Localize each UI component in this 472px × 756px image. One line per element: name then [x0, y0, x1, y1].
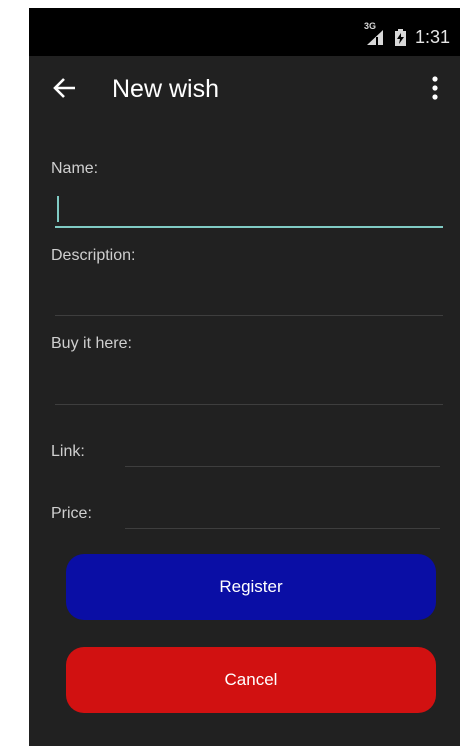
- name-label: Name:: [51, 160, 99, 177]
- buy-it-here-label: Buy it here:: [51, 335, 132, 352]
- battery-icon: [395, 29, 406, 46]
- link-label: Link:: [51, 443, 85, 460]
- description-label: Description:: [51, 247, 136, 264]
- cancel-button[interactable]: Cancel: [66, 647, 436, 713]
- description-input[interactable]: [55, 281, 443, 316]
- link-input[interactable]: [125, 432, 440, 467]
- price-label: Price:: [51, 505, 92, 522]
- back-arrow-icon[interactable]: [51, 74, 79, 102]
- buy-it-here-input[interactable]: [55, 370, 443, 405]
- status-clock: 1:31: [415, 27, 451, 47]
- name-input[interactable]: [55, 192, 443, 228]
- page-title: New wish: [112, 75, 219, 103]
- text-cursor: [57, 196, 59, 222]
- action-bar: New wish: [29, 56, 460, 120]
- status-bar: 3G 1:31: [29, 8, 460, 56]
- phone-screen: 3G 1:31 New wish Name: Description: Buy …: [29, 8, 460, 746]
- register-button[interactable]: Register: [66, 554, 436, 620]
- signal-icon: [367, 30, 383, 45]
- overflow-menu-icon[interactable]: [425, 74, 445, 102]
- price-input[interactable]: [125, 494, 440, 529]
